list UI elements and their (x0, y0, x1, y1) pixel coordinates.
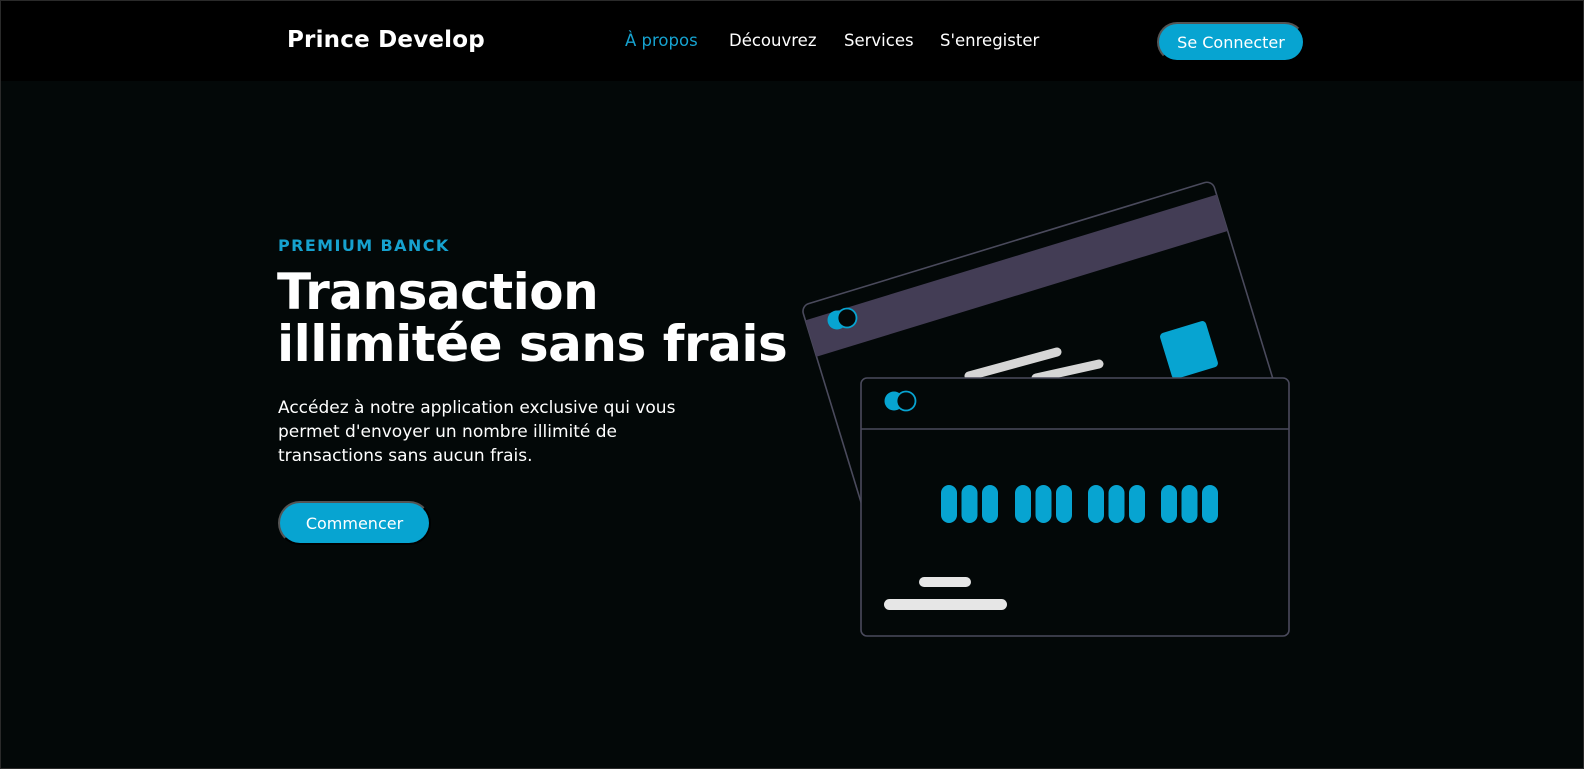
card-digit-placeholder (941, 485, 957, 523)
nav-link-decouvrez[interactable]: Découvrez (729, 31, 816, 50)
card-digit-placeholder (1161, 485, 1177, 523)
hero-title-line-2: illimitée sans frais (277, 315, 788, 373)
hero-eyebrow: PREMIUM BANCK (278, 236, 450, 255)
card-digit-placeholder (1181, 485, 1198, 523)
front-card (860, 377, 1290, 637)
nav-link-senregister[interactable]: S'enregister (940, 31, 1039, 50)
nav-link-services[interactable]: Services (844, 31, 914, 50)
card-digit-placeholder (1202, 485, 1218, 523)
login-button[interactable]: Se Connecter (1157, 22, 1305, 62)
card-digit-placeholder (1108, 485, 1125, 523)
card-digit-placeholder (1015, 485, 1031, 523)
start-button[interactable]: Commencer (278, 501, 431, 545)
nav-link-a-propos[interactable]: À propos (625, 31, 698, 50)
card-digit-placeholder (982, 485, 998, 523)
card-digit-placeholder (1129, 485, 1145, 523)
card-digit-placeholder (1088, 485, 1104, 523)
page: Prince Develop À propos Découvrez Servic… (0, 0, 1584, 769)
card-text-placeholder (884, 599, 1007, 610)
card-digit-placeholder (1035, 485, 1052, 523)
top-navigation-bar: Prince Develop À propos Découvrez Servic… (1, 1, 1583, 81)
hero-title: Transaction illimitée sans frais (277, 266, 797, 370)
credit-cards-illustration (801, 181, 1290, 637)
hero-title-line-1: Transaction (277, 263, 599, 321)
card-brand-icon (884, 390, 917, 412)
main-nav: À propos Découvrez Services S'enregister (1, 31, 1583, 55)
card-digit-placeholder (961, 485, 978, 523)
card-digit-placeholder (1056, 485, 1072, 523)
card-text-placeholder (919, 577, 971, 587)
hero-description: Accédez à notre application exclusive qu… (278, 398, 676, 466)
